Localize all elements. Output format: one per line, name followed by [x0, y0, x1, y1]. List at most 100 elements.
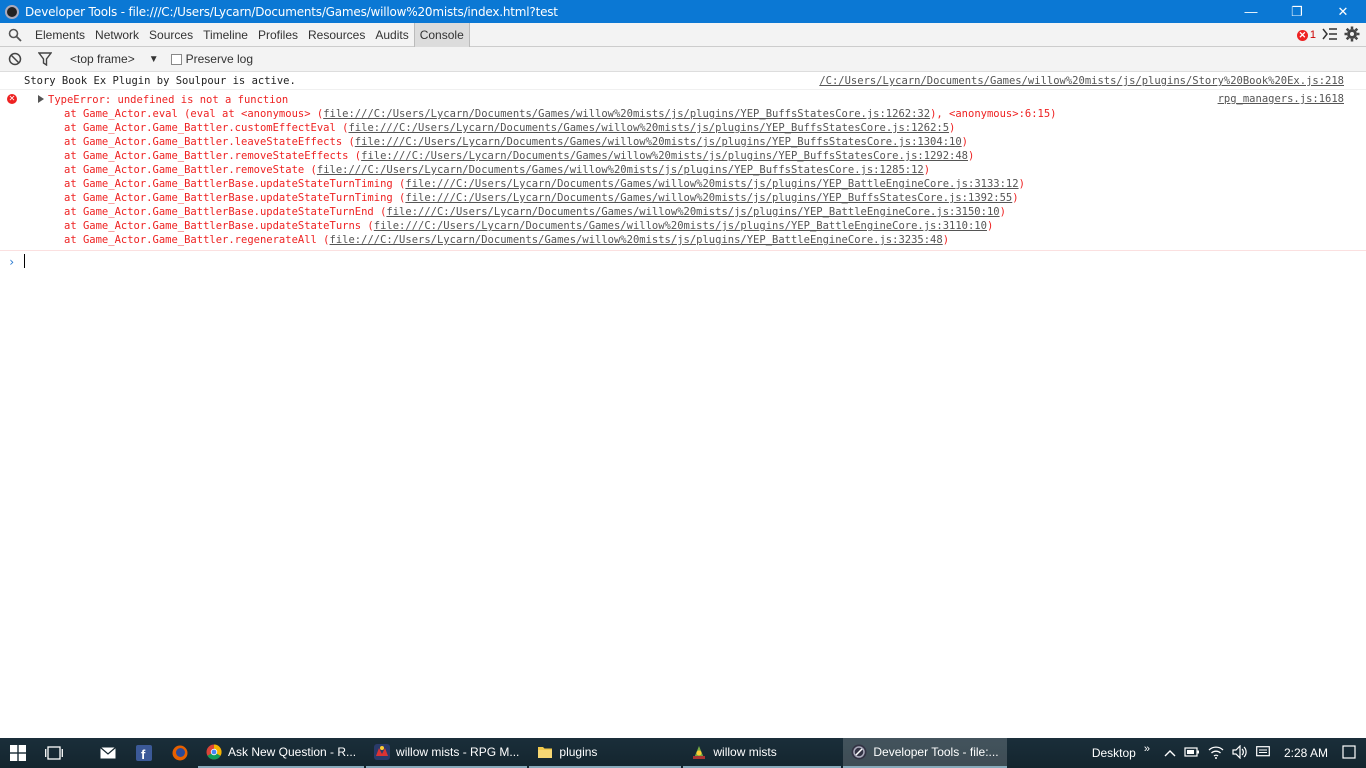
- stack-frame: at Game_Actor.Game_Battler.regenerateAll…: [24, 233, 1366, 247]
- console-prompt[interactable]: ›: [0, 251, 1366, 269]
- close-button[interactable]: ✕: [1320, 0, 1366, 23]
- dock-menu-icon[interactable]: [1322, 27, 1338, 44]
- taskbar-app-chrome[interactable]: Ask New Question - R...: [198, 738, 365, 768]
- folder-icon: [538, 747, 553, 758]
- error-count: 1: [1309, 29, 1316, 41]
- taskbar-app-label: willow mists - RPG M...: [396, 745, 520, 759]
- prompt-chevron-icon: ›: [8, 255, 16, 269]
- clear-console-icon[interactable]: [0, 47, 30, 72]
- console-toolbar: <top frame> ▼ Preserve log: [0, 47, 1366, 72]
- action-center-icon[interactable]: [1342, 744, 1356, 762]
- stack-frame-tail: ): [949, 122, 956, 134]
- desktop-expand-icon[interactable]: »: [1144, 743, 1150, 755]
- frame-dropdown-arrow-icon[interactable]: ▼: [149, 54, 159, 65]
- stack-frame-call: at Game_Actor.Game_Battler.regenerateAll…: [64, 234, 330, 246]
- stack-frame-call: at Game_Actor.eval (eval at <anonymous> …: [64, 108, 324, 120]
- stack-frame-call: at Game_Actor.Game_Battler.leaveStateEff…: [64, 136, 355, 148]
- tab-bar-right: ✕ 1: [1296, 23, 1366, 47]
- stack-frame-link[interactable]: file:///C:/Users/Lycarn/Documents/Games/…: [361, 150, 968, 162]
- stack-frame: at Game_Actor.Game_BattlerBase.updateSta…: [24, 205, 1366, 219]
- expand-triangle-icon[interactable]: [38, 95, 44, 103]
- log-source-link[interactable]: /C:/Users/Lycarn/Documents/Games/willow%…: [819, 75, 1344, 87]
- stack-frame: at Game_Actor.Game_Battler.removeStateEf…: [24, 149, 1366, 163]
- filter-icon[interactable]: [30, 47, 60, 72]
- frame-selector[interactable]: <top frame>: [70, 52, 135, 66]
- taskbar-app-label: willow mists: [713, 745, 777, 759]
- stack-frame-call: at Game_Actor.Game_BattlerBase.updateSta…: [64, 206, 387, 218]
- stack-frame-link[interactable]: file:///C:/Users/Lycarn/Documents/Games/…: [330, 234, 943, 246]
- preserve-log-checkbox[interactable]: [170, 53, 182, 65]
- ime-keyboard-icon[interactable]: [1256, 745, 1270, 761]
- stack-frame-link[interactable]: file:///C:/Users/Lycarn/Documents/Games/…: [323, 108, 930, 120]
- stack-frame-tail: ): [986, 220, 994, 232]
- taskbar-app-label: plugins: [559, 745, 598, 759]
- windows-taskbar: f Ask New Question - R... willow mists -…: [0, 738, 1366, 768]
- stack-frame-tail: ): [968, 150, 975, 162]
- tab-audits[interactable]: Audits: [370, 23, 413, 47]
- minimize-button[interactable]: —: [1228, 0, 1274, 23]
- preserve-log-label: Preserve log: [185, 52, 253, 66]
- error-icon: ✕: [7, 94, 17, 104]
- tab-network[interactable]: Network: [90, 23, 144, 47]
- stack-frame-link[interactable]: file:///C:/Users/Lycarn/Documents/Games/…: [405, 178, 1018, 190]
- taskbar-app-explorer[interactable]: plugins: [529, 738, 682, 768]
- restore-button[interactable]: ❐: [1274, 0, 1320, 23]
- stack-frame-link[interactable]: file:///C:/Users/Lycarn/Documents/Games/…: [374, 220, 987, 232]
- desktop-toolbar-label[interactable]: Desktop: [1092, 746, 1136, 760]
- error-header[interactable]: TypeError: undefined is not a function: [0, 93, 1366, 107]
- task-view-icon[interactable]: [36, 738, 72, 768]
- stack-frame-tail: ): [1012, 192, 1019, 204]
- stack-frame-link[interactable]: file:///C:/Users/Lycarn/Documents/Games/…: [405, 192, 1012, 204]
- windows-start-icon[interactable]: [0, 738, 36, 768]
- tab-timeline[interactable]: Timeline: [198, 23, 253, 47]
- wifi-icon[interactable]: [1208, 745, 1224, 762]
- stack-frame-call: at Game_Actor.Game_BattlerBase.updateSta…: [64, 178, 406, 190]
- stack-frame: at Game_Actor.Game_BattlerBase.updateSta…: [24, 177, 1366, 191]
- show-hidden-icons-icon[interactable]: [1164, 746, 1176, 760]
- firefox-icon[interactable]: [162, 738, 198, 768]
- text-caret: [24, 254, 25, 268]
- volume-icon[interactable]: [1232, 744, 1248, 762]
- stack-frame-link[interactable]: file:///C:/Users/Lycarn/Documents/Games/…: [355, 136, 962, 148]
- tab-profiles[interactable]: Profiles: [253, 23, 303, 47]
- stack-frame-tail: ): [1018, 178, 1025, 190]
- console-error-message: ✕ TypeError: undefined is not a function…: [0, 90, 1366, 251]
- mail-icon[interactable]: [90, 738, 126, 768]
- error-source-link[interactable]: rpg_managers.js:1618: [1218, 93, 1344, 105]
- devtools-tab-bar: Elements Network Sources Timeline Profil…: [0, 22, 1366, 47]
- tab-resources[interactable]: Resources: [303, 23, 370, 47]
- system-tray: Desktop » 2:28 AM: [1092, 738, 1366, 768]
- stack-frame-tail: ): [923, 164, 931, 176]
- taskbar-app-label: Ask New Question - R...: [228, 745, 357, 759]
- stack-frame-call: at Game_Actor.Game_BattlerBase.updateSta…: [64, 192, 406, 204]
- tab-elements[interactable]: Elements: [30, 23, 90, 47]
- facebook-icon[interactable]: f: [126, 738, 162, 768]
- game-icon: [693, 746, 706, 759]
- stack-frame-link[interactable]: file:///C:/Users/Lycarn/Documents/Games/…: [317, 164, 924, 176]
- error-stack-trace: at Game_Actor.eval (eval at <anonymous> …: [24, 107, 1366, 247]
- error-message: TypeError: undefined is not a function: [48, 94, 289, 106]
- devtools-app-icon: [5, 4, 19, 19]
- battery-icon[interactable]: [1184, 746, 1200, 761]
- svg-text:f: f: [141, 747, 146, 761]
- settings-gear-icon[interactable]: [1344, 26, 1360, 45]
- tab-console[interactable]: Console: [413, 22, 470, 47]
- taskbar-app-devtools[interactable]: Developer Tools - file:...: [843, 738, 1007, 768]
- stack-frame: at Game_Actor.Game_BattlerBase.updateSta…: [24, 191, 1366, 205]
- stack-frame: at Game_Actor.Game_Battler.customEffectE…: [24, 121, 1366, 135]
- stack-frame: at Game_Actor.Game_Battler.leaveStateEff…: [24, 135, 1366, 149]
- stack-frame-link[interactable]: file:///C:/Users/Lycarn/Documents/Games/…: [348, 122, 949, 134]
- stack-frame-link[interactable]: file:///C:/Users/Lycarn/Documents/Games/…: [386, 206, 999, 218]
- stack-frame-tail: ): [999, 206, 1006, 218]
- search-icon[interactable]: [0, 23, 30, 47]
- rpgmaker-icon: [374, 744, 391, 760]
- console-log-message: Story Book Ex Plugin by Soulpour is acti…: [0, 72, 1366, 90]
- error-count-badge[interactable]: ✕ 1: [1296, 29, 1316, 41]
- taskbar-app-rpgmaker[interactable]: willow mists - RPG M...: [366, 738, 528, 768]
- preserve-log-option[interactable]: Preserve log: [170, 52, 253, 66]
- stack-frame-call: at Game_Actor.Game_Battler.removeState (: [64, 164, 317, 176]
- window-controls: — ❐ ✕: [1228, 0, 1366, 23]
- clock-time[interactable]: 2:28 AM: [1284, 746, 1328, 760]
- tab-sources[interactable]: Sources: [144, 23, 198, 47]
- taskbar-app-game[interactable]: willow mists: [683, 738, 842, 768]
